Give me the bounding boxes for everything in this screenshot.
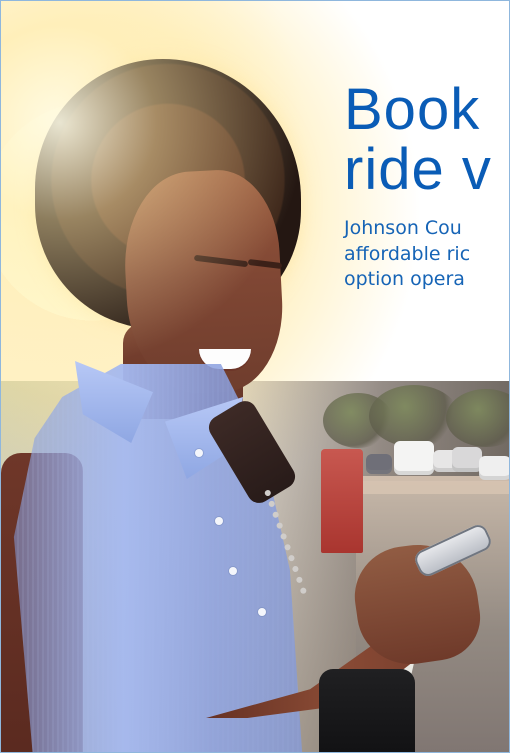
subtext-line-2: affordable ric [344,242,471,265]
shirt-button [195,449,203,457]
hero-text: Book ride v Johnson Cou affordable ric o… [344,80,509,292]
hero-banner: Book ride v Johnson Cou affordable ric o… [1,1,509,752]
hero-headline: Book ride v [344,80,509,199]
headline-line-2: ride v [344,136,492,202]
shirt-button [215,517,223,525]
handbag [319,669,415,752]
subtext-line-3: option opera [344,267,465,290]
headline-line-1: Book [344,77,481,142]
shirt-button [229,567,237,575]
shirt-button [258,608,266,616]
subtext-line-1: Johnson Cou [344,217,462,240]
hero-subtext: Johnson Cou affordable ric option opera [344,216,509,291]
page-frame: Book ride v Johnson Cou affordable ric o… [0,0,510,753]
